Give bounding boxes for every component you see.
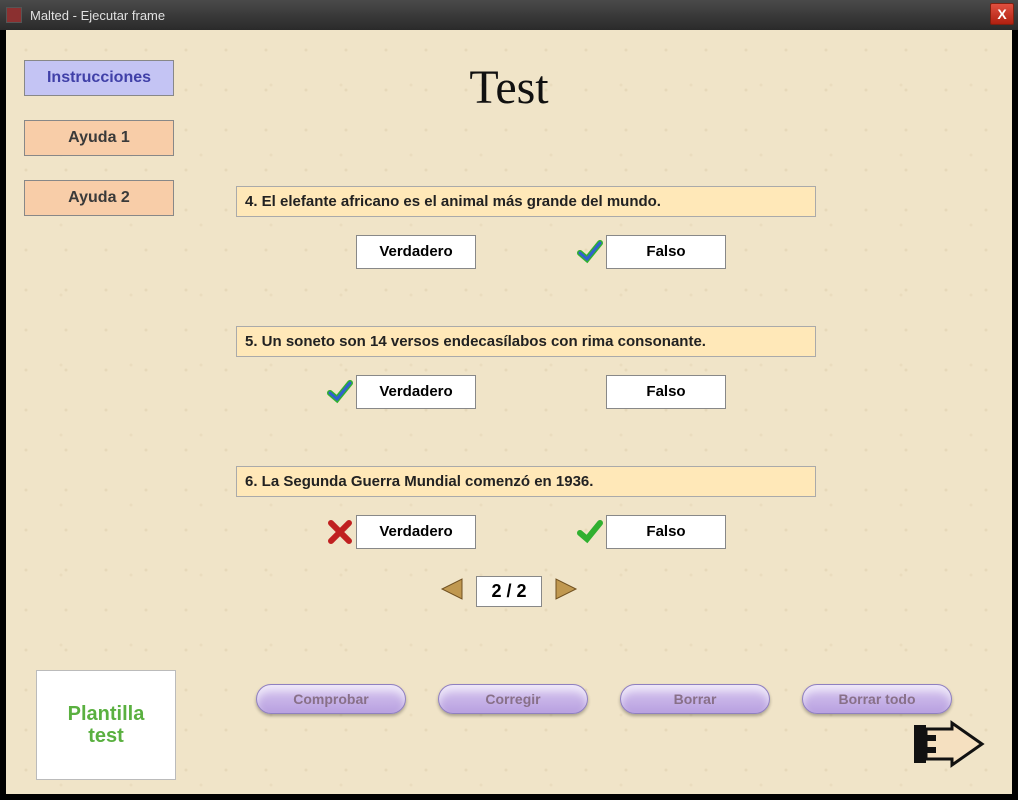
- plantilla-badge: Plantilla test: [36, 670, 176, 780]
- plantilla-line1: Plantilla: [68, 703, 145, 725]
- answer-true: Verdadero: [326, 235, 476, 269]
- answer-false: Falso: [576, 235, 726, 269]
- app-frame: Instrucciones Ayuda 1 Ayuda 2 Test 4. El…: [6, 30, 1012, 794]
- mark-icon-none: [576, 378, 604, 406]
- true-button[interactable]: Verdadero: [356, 515, 476, 549]
- false-button[interactable]: Falso: [606, 515, 726, 549]
- close-button[interactable]: X: [990, 3, 1014, 25]
- question-block: 5. Un soneto son 14 versos endecasílabos…: [236, 326, 816, 409]
- answer-row: Verdadero Falso: [236, 235, 816, 269]
- answer-true: Verdadero: [326, 375, 476, 409]
- borrar-button[interactable]: Borrar: [620, 684, 770, 714]
- check-blue-icon: [576, 238, 604, 266]
- app-icon: [6, 7, 22, 23]
- ayuda1-button[interactable]: Ayuda 1: [24, 120, 174, 156]
- answer-true: Verdadero: [326, 515, 476, 549]
- check-blue-icon: [326, 378, 354, 406]
- answer-row: Verdadero Falso: [236, 375, 816, 409]
- comprobar-button[interactable]: Comprobar: [256, 684, 406, 714]
- page-indicator: 2 / 2: [476, 576, 541, 607]
- prev-page-button[interactable]: [438, 575, 466, 608]
- answer-false: Falso: [576, 375, 726, 409]
- question-text: 6. La Segunda Guerra Mundial comenzó en …: [236, 466, 816, 497]
- question-block: 6. La Segunda Guerra Mundial comenzó en …: [236, 466, 816, 549]
- corregir-button[interactable]: Corregir: [438, 684, 588, 714]
- borrar-todo-button[interactable]: Borrar todo: [802, 684, 952, 714]
- next-hand-button[interactable]: [912, 719, 992, 774]
- window-title: Malted - Ejecutar frame: [30, 8, 165, 23]
- question-text: 4. El elefante africano es el animal más…: [236, 186, 816, 217]
- cross-icon: [326, 518, 354, 546]
- next-page-button[interactable]: [552, 575, 580, 608]
- mark-icon-none: [326, 238, 354, 266]
- titlebar: Malted - Ejecutar frame X: [0, 0, 1018, 30]
- ayuda2-button[interactable]: Ayuda 2: [24, 180, 174, 216]
- true-button[interactable]: Verdadero: [356, 235, 476, 269]
- page-title: Test: [6, 60, 1012, 115]
- action-buttons: Comprobar Corregir Borrar Borrar todo: [256, 684, 952, 714]
- close-icon: X: [997, 6, 1006, 22]
- answer-row: Verdadero Falso: [236, 515, 816, 549]
- answer-false: Falso: [576, 515, 726, 549]
- false-button[interactable]: Falso: [606, 375, 726, 409]
- pager: 2 / 2: [6, 575, 1012, 608]
- check-icon: [576, 518, 604, 546]
- question-text: 5. Un soneto son 14 versos endecasílabos…: [236, 326, 816, 357]
- question-block: 4. El elefante africano es el animal más…: [236, 186, 816, 269]
- plantilla-line2: test: [88, 725, 124, 747]
- true-button[interactable]: Verdadero: [356, 375, 476, 409]
- false-button[interactable]: Falso: [606, 235, 726, 269]
